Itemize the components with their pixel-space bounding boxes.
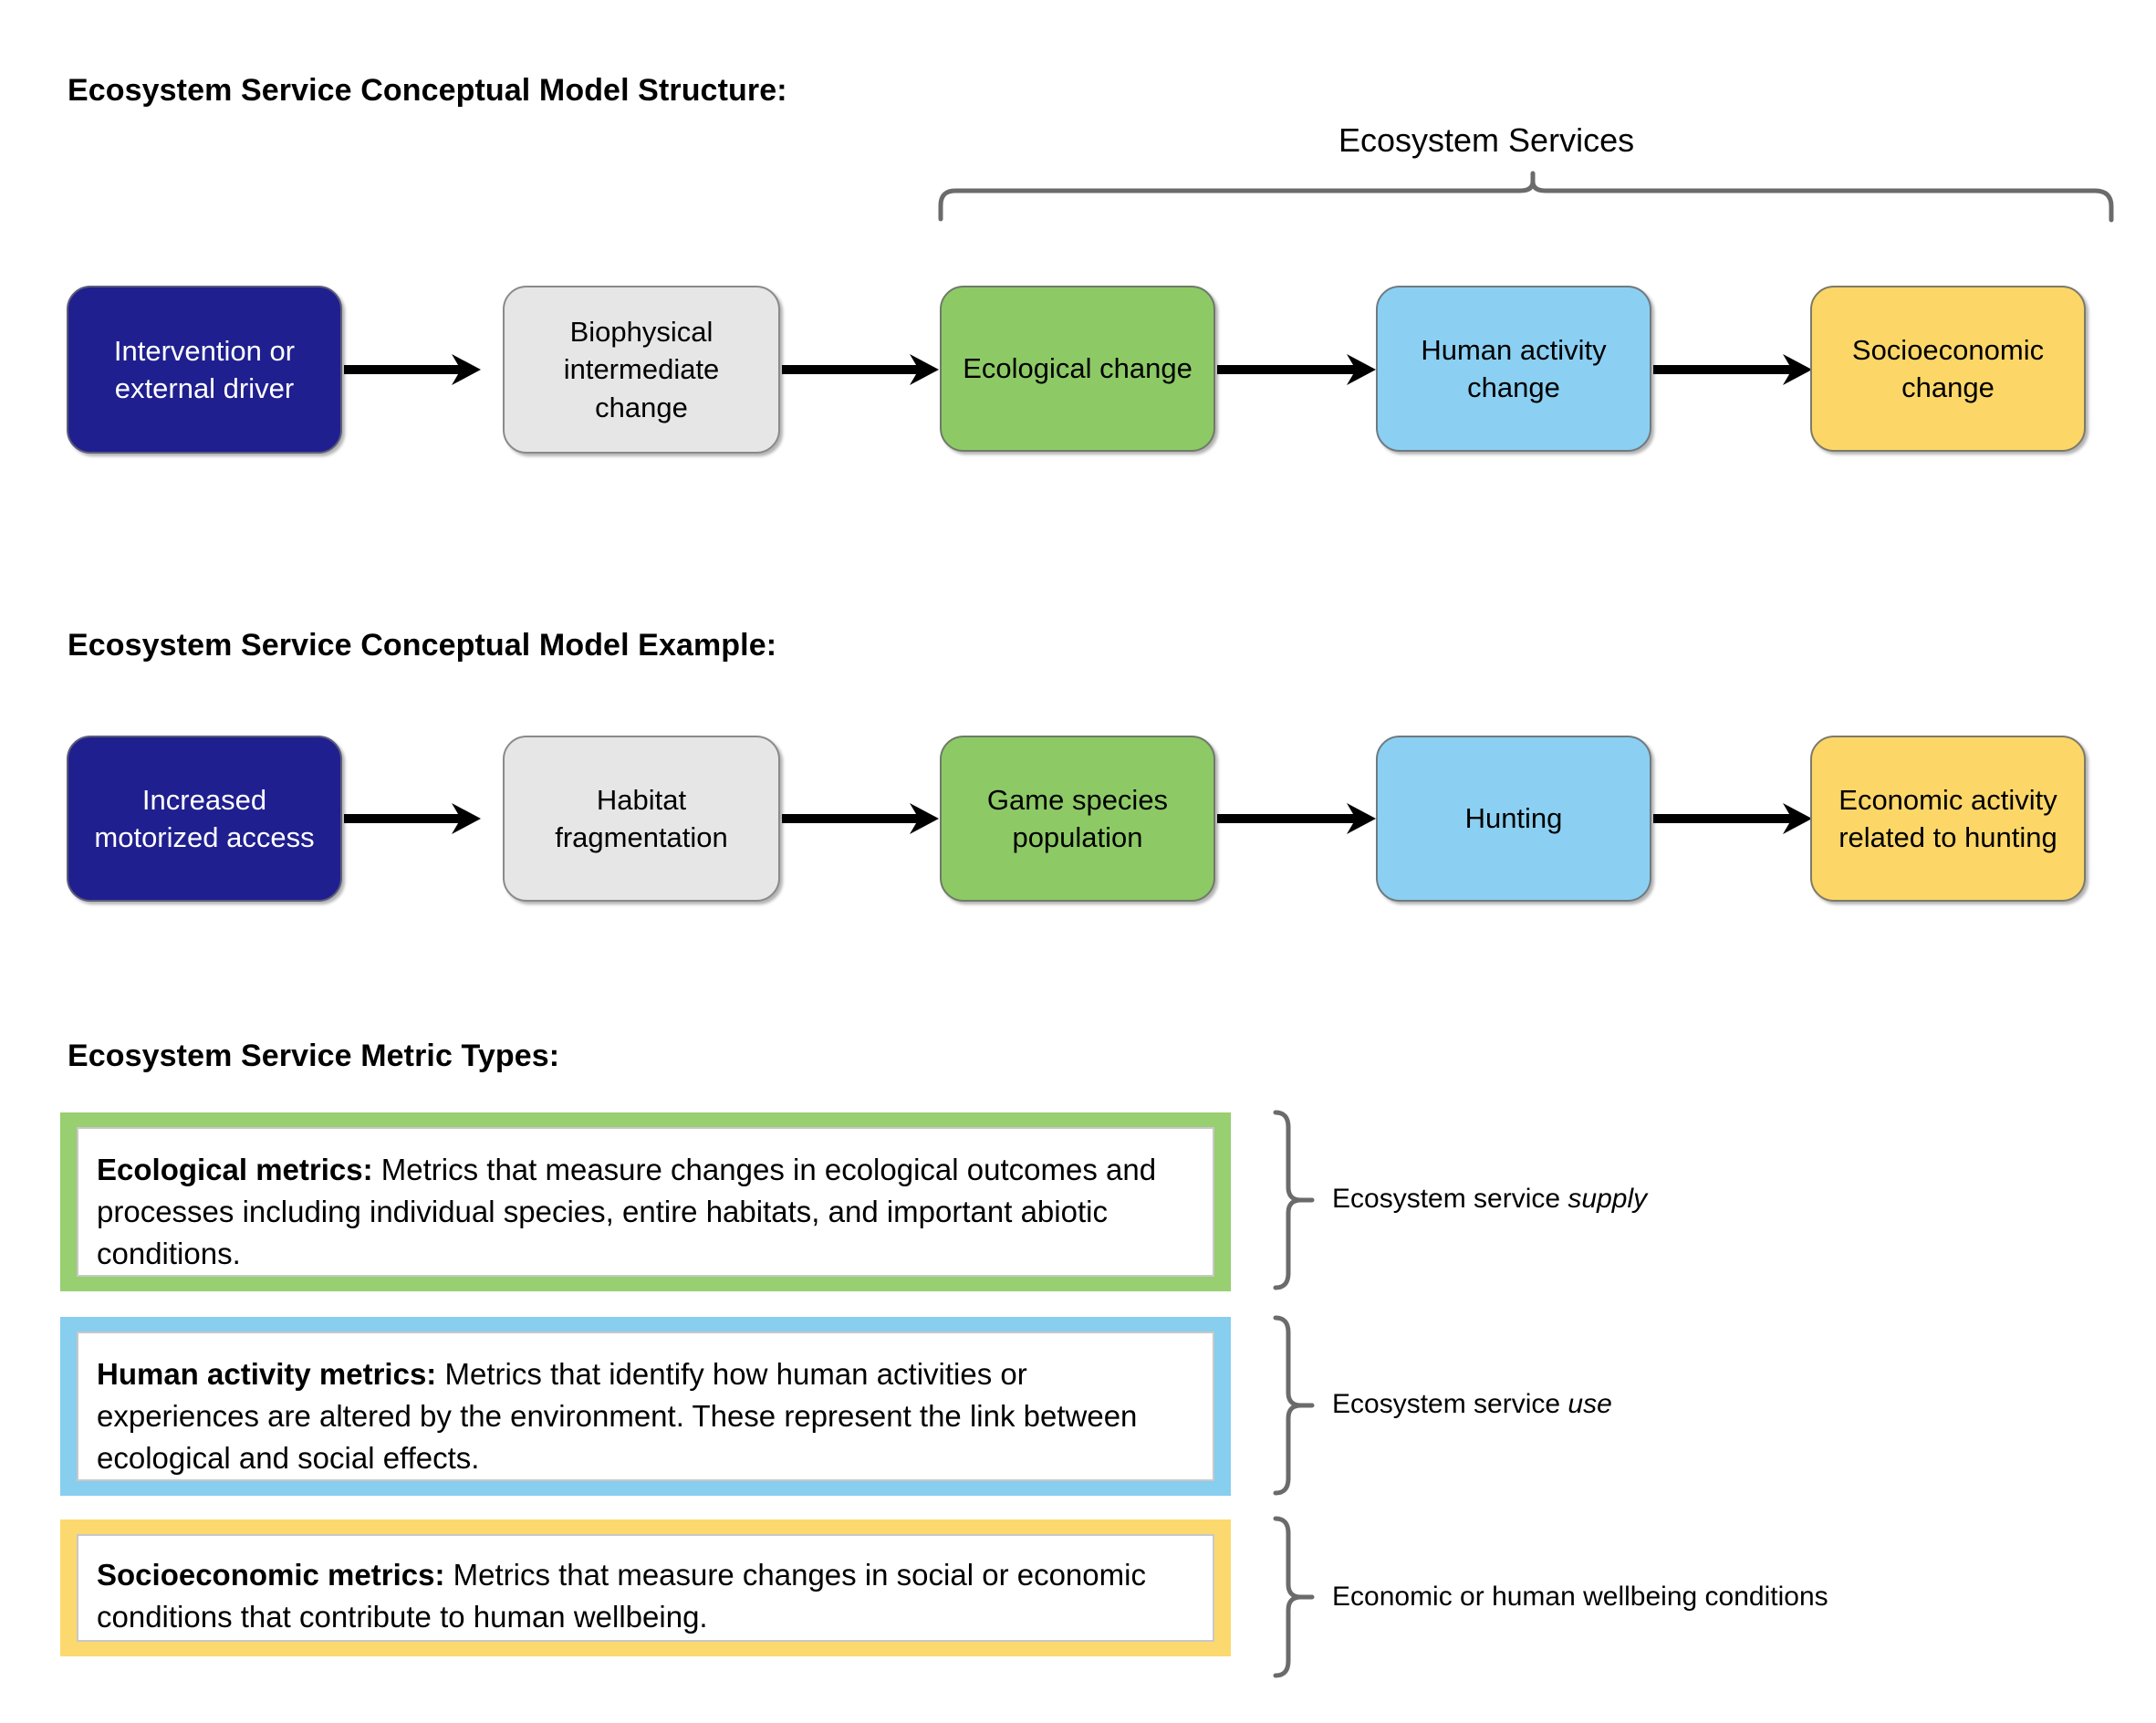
metric-term-human-activity: Human activity metrics: xyxy=(97,1357,437,1391)
example-box-economic-activity-hunting: Economic activity related to hunting xyxy=(1810,736,2086,902)
metric-box-ecological: Ecological metrics: Metrics that measure… xyxy=(60,1112,1231,1291)
metric-term-socioeconomic: Socioeconomic metrics: xyxy=(97,1558,445,1592)
structure-box-intervention: Intervention or external driver xyxy=(67,286,342,454)
structure-arrow-1 xyxy=(344,354,483,385)
structure-box-ecological-change: Ecological change xyxy=(940,286,1215,452)
example-box-hunting: Hunting xyxy=(1376,736,1651,902)
structure-arrow-2 xyxy=(782,354,941,385)
example-section-title: Ecosystem Service Conceptual Model Examp… xyxy=(68,628,777,663)
bracket-label-use-italic: use xyxy=(1568,1389,1612,1419)
example-box-game-species-population: Game species population xyxy=(940,736,1215,902)
supply-brace-icon xyxy=(1273,1110,1315,1290)
example-arrow-3 xyxy=(1217,803,1378,834)
bracket-label-supply-plain: Ecosystem service xyxy=(1332,1184,1568,1214)
metric-term-ecological: Ecological metrics: xyxy=(97,1153,373,1186)
example-arrow-1 xyxy=(344,803,483,834)
bracket-label-supply: Ecosystem service supply xyxy=(1332,1184,1647,1215)
bracket-label-supply-italic: supply xyxy=(1568,1184,1648,1214)
metric-box-human-activity: Human activity metrics: Metrics that ide… xyxy=(60,1317,1231,1496)
ecosystem-services-bracket-label: Ecosystem Services xyxy=(1338,121,1635,159)
example-box-motorized-access: Increased motorized access xyxy=(67,736,342,902)
structure-arrow-3 xyxy=(1217,354,1378,385)
structure-box-socioeconomic-change: Socioeconomic change xyxy=(1810,286,2086,452)
structure-box-human-activity-change: Human activity change xyxy=(1376,286,1651,452)
use-brace-icon xyxy=(1273,1315,1315,1496)
example-arrow-2 xyxy=(782,803,941,834)
metric-box-socioeconomic: Socioeconomic metrics: Metrics that meas… xyxy=(60,1519,1231,1656)
example-arrow-4 xyxy=(1653,803,1814,834)
structure-arrow-4 xyxy=(1653,354,1814,385)
ecosystem-services-brace-icon xyxy=(938,171,2114,223)
bracket-label-wellbeing: Economic or human wellbeing conditions xyxy=(1332,1582,1828,1613)
wellbeing-brace-icon xyxy=(1273,1516,1315,1678)
metrics-section-title: Ecosystem Service Metric Types: xyxy=(68,1039,560,1073)
bracket-label-use: Ecosystem service use xyxy=(1332,1389,1612,1420)
structure-section-title: Ecosystem Service Conceptual Model Struc… xyxy=(68,73,787,108)
example-box-habitat-fragmentation: Habitat fragmentation xyxy=(503,736,780,902)
bracket-label-wellbeing-plain: Economic or human wellbeing conditions xyxy=(1332,1582,1828,1612)
bracket-label-use-plain: Ecosystem service xyxy=(1332,1389,1568,1419)
structure-box-biophysical: Biophysical intermediate change xyxy=(503,286,780,454)
